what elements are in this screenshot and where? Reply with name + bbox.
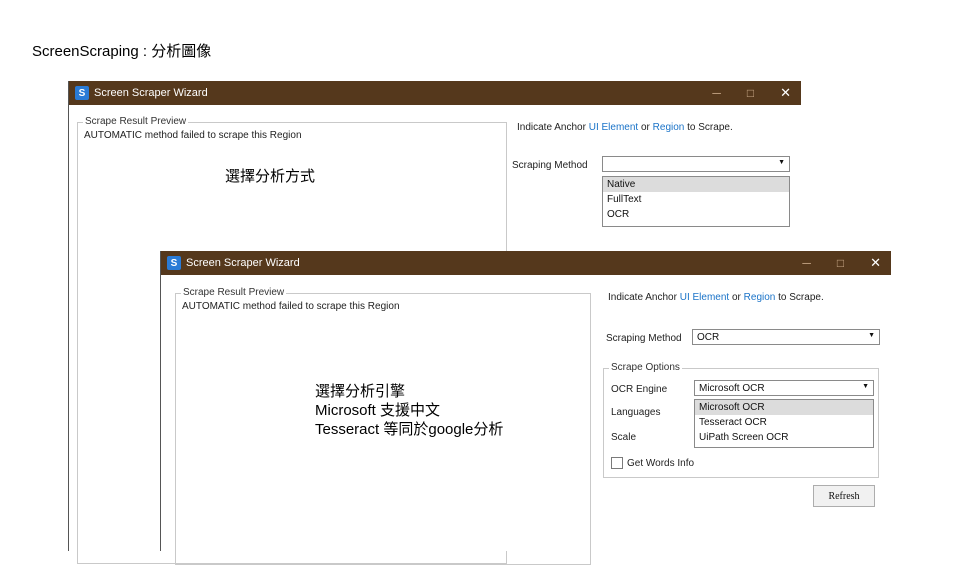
title-bar[interactable]: S Screen Scraper Wizard ─ □ ✕ — [161, 251, 891, 275]
scale-label: Scale — [611, 432, 637, 443]
window-title: Screen Scraper Wizard — [94, 87, 208, 99]
uipath-app-icon: S — [167, 256, 181, 270]
uipath-app-icon: S — [75, 86, 89, 100]
annotation-engine-notes: 選擇分析引擎 Microsoft 支援中文 Tesseract 等同於googl… — [315, 382, 503, 439]
scrape-options-label: Scrape Options — [609, 362, 682, 373]
scrape-result-preview-label: Scrape Result Preview — [181, 287, 287, 298]
option-microsoft-ocr[interactable]: Microsoft OCR — [695, 400, 873, 415]
option-native[interactable]: Native — [603, 177, 789, 192]
chevron-down-icon: ▼ — [862, 383, 869, 390]
option-ocr[interactable]: OCR — [603, 207, 789, 222]
scraping-method-dropdown[interactable]: OCR ▼ — [692, 329, 880, 345]
annotation-choose-method: 選擇分析方式 — [225, 168, 316, 185]
screen-scraper-window-2: S Screen Scraper Wizard ─ □ ✕ Scrape Res… — [160, 251, 891, 565]
annotation-line-2: Microsoft 支援中文 — [315, 402, 441, 419]
anchor-prefix: Indicate Anchor — [517, 122, 586, 133]
scrape-result-message: AUTOMATIC method failed to scrape this R… — [182, 301, 400, 312]
scraping-method-label: Scraping Method — [606, 333, 682, 344]
languages-label: Languages — [611, 407, 661, 418]
ui-element-link[interactable]: UI Element — [680, 292, 729, 303]
scrape-result-message: AUTOMATIC method failed to scrape this R… — [84, 130, 302, 141]
annotation-line-3: Tesseract 等同於google分析 — [315, 421, 504, 438]
option-tesseract-ocr[interactable]: Tesseract OCR — [695, 415, 873, 430]
close-icon[interactable]: ✕ — [870, 255, 881, 271]
indicate-anchor-line: Indicate Anchor UI Element or Region to … — [517, 122, 733, 133]
anchor-suffix: to Scrape. — [687, 122, 733, 133]
minimize-icon[interactable]: ─ — [712, 86, 721, 100]
option-uipath-screen-ocr[interactable]: UiPath Screen OCR — [695, 430, 873, 445]
window-title: Screen Scraper Wizard — [186, 257, 300, 269]
anchor-or: or — [640, 122, 650, 133]
anchor-or: or — [731, 292, 741, 303]
scraping-method-label: Scraping Method — [512, 160, 588, 171]
region-link[interactable]: Region — [744, 292, 776, 303]
anchor-prefix: Indicate Anchor — [608, 292, 677, 303]
scrape-result-preview-label: Scrape Result Preview — [83, 116, 189, 127]
maximize-icon[interactable]: □ — [747, 86, 754, 100]
scraping-method-options: Native FullText OCR — [602, 176, 790, 227]
get-words-info-label: Get Words Info — [627, 458, 695, 469]
ui-element-link[interactable]: UI Element — [589, 122, 638, 133]
slide-title: ScreenScraping : 分析圖像 — [32, 43, 212, 60]
ocr-engine-label: OCR Engine — [611, 384, 668, 395]
ocr-engine-dropdown[interactable]: Microsoft OCR ▼ — [694, 380, 874, 396]
chevron-down-icon: ▼ — [868, 332, 875, 339]
close-icon[interactable]: ✕ — [780, 85, 791, 101]
indicate-anchor-line: Indicate Anchor UI Element or Region to … — [608, 292, 824, 303]
refresh-button[interactable]: Refresh — [813, 485, 875, 507]
option-fulltext[interactable]: FullText — [603, 192, 789, 207]
maximize-icon[interactable]: □ — [837, 256, 844, 270]
ocr-engine-options: Microsoft OCR Tesseract OCR UiPath Scree… — [694, 399, 874, 448]
scraping-method-dropdown[interactable]: ▼ — [602, 156, 790, 172]
anchor-suffix: to Scrape. — [778, 292, 824, 303]
ocr-engine-value: Microsoft OCR — [699, 383, 765, 394]
region-link[interactable]: Region — [653, 122, 685, 133]
get-words-info-checkbox[interactable] — [611, 457, 623, 469]
scraping-method-value: OCR — [697, 332, 720, 343]
chevron-down-icon: ▼ — [778, 159, 785, 166]
annotation-line-1: 選擇分析引擎 — [315, 383, 406, 400]
minimize-icon[interactable]: ─ — [802, 256, 811, 270]
title-bar[interactable]: S Screen Scraper Wizard ─ □ ✕ — [69, 81, 801, 105]
